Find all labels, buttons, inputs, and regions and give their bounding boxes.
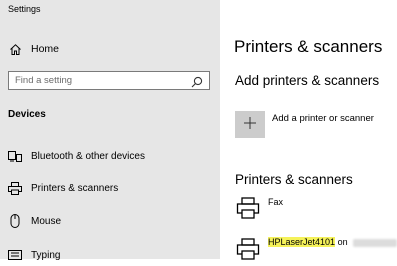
printers-list-heading: Printers & scanners (235, 172, 353, 187)
device-on-text: on (337, 237, 348, 247)
home-label: Home (31, 43, 60, 55)
sidebar-item-typing[interactable]: Typing (8, 247, 60, 263)
sidebar-item-label: Printers & scanners (31, 182, 119, 194)
add-printers-heading: Add printers & scanners (235, 73, 380, 88)
home-nav-item[interactable]: Home (8, 41, 59, 57)
sidebar-item-label: Mouse (31, 215, 62, 227)
printer-icon (8, 181, 22, 195)
section-heading-devices: Devices (8, 109, 46, 120)
search-icon[interactable] (191, 75, 203, 87)
device-name: HPLaserJet4101 (268, 237, 336, 247)
sidebar-item-mouse[interactable]: Mouse (8, 213, 61, 229)
add-printer-button[interactable] (235, 111, 265, 138)
sidebar-item-bluetooth[interactable]: Bluetooth & other devices (8, 148, 145, 164)
app-title: Settings (8, 4, 41, 14)
device-hplaserjet[interactable] (236, 237, 260, 261)
device-fax[interactable] (236, 196, 260, 220)
mouse-icon (8, 214, 22, 228)
sidebar-item-printers[interactable]: Printers & scanners (8, 180, 118, 196)
keyboard-icon (8, 248, 22, 262)
printer-icon (236, 237, 260, 261)
printer-icon (236, 196, 260, 220)
device-name: Fax (268, 197, 284, 207)
device-name-hp: HPLaserJet4101 on (268, 237, 397, 247)
home-icon (8, 42, 22, 56)
plus-icon (244, 116, 256, 134)
add-printer-label[interactable]: Add a printer or scanner (272, 113, 374, 124)
bluetooth-devices-icon (8, 149, 22, 163)
search-input[interactable]: Find a setting (8, 71, 210, 90)
search-placeholder: Find a setting (15, 75, 73, 86)
redacted-host (353, 238, 397, 247)
page-title: Printers & scanners (234, 37, 383, 56)
sidebar: Settings Home Find a setting Devices Blu… (0, 0, 220, 261)
sidebar-item-label: Bluetooth & other devices (31, 150, 145, 162)
